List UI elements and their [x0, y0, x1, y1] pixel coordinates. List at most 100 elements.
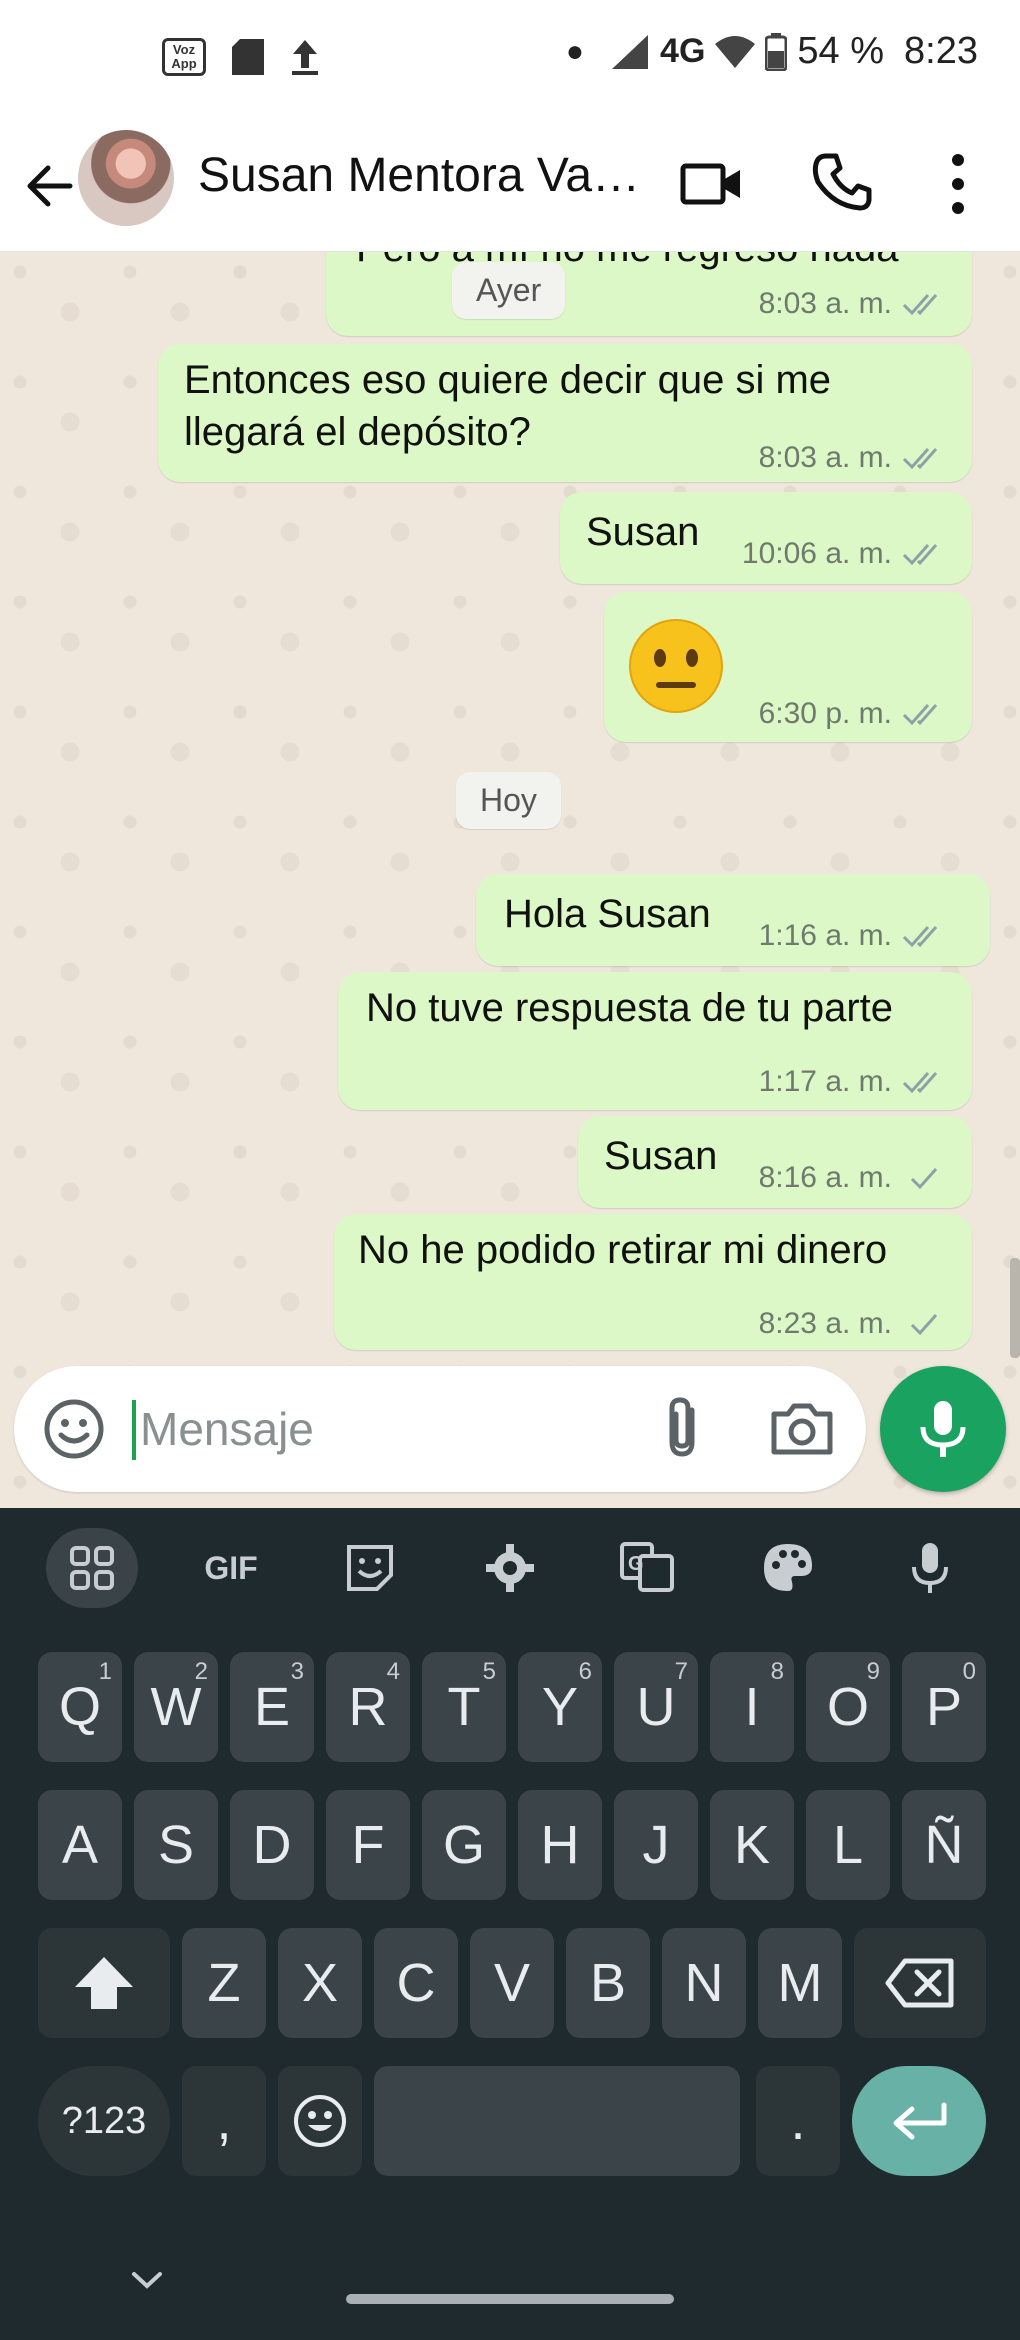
key-n[interactable]: N — [662, 1928, 746, 2038]
key-backspace[interactable] — [854, 1928, 986, 2038]
more-options-icon[interactable] — [946, 152, 970, 216]
message-bubble[interactable]: Pero a mí no me regreso nada 8:03 a. m. — [326, 252, 972, 336]
notification-icons: Voz App — [162, 38, 320, 76]
sticker-icon[interactable] — [340, 1538, 400, 1598]
clock: 8:23 — [904, 30, 978, 72]
read-ticks-icon — [902, 704, 938, 726]
backspace-icon — [885, 1958, 954, 2008]
gif-button[interactable]: GIF — [200, 1538, 262, 1598]
battery-icon — [765, 32, 788, 71]
key-comma[interactable]: , — [182, 2066, 266, 2176]
keyboard-toolbar: GIF G — [0, 1508, 1020, 1628]
message-text: Hola Susan — [504, 892, 711, 936]
key-m[interactable]: M — [758, 1928, 842, 2038]
video-call-icon[interactable] — [680, 152, 744, 216]
read-ticks-icon — [902, 1072, 938, 1094]
key-n-tilde[interactable]: Ñ — [902, 1790, 986, 1900]
key-symbols[interactable]: ?123 — [38, 2066, 170, 2176]
key-a[interactable]: A — [38, 1790, 122, 1900]
hide-keyboard-chevron-icon[interactable] — [130, 2268, 164, 2292]
key-i[interactable]: I8 — [710, 1652, 794, 1762]
key-hint: 0 — [962, 1658, 976, 1685]
key-d[interactable]: D — [230, 1790, 314, 1900]
enter-icon — [893, 2102, 947, 2140]
date-chip-yesterday: Ayer — [452, 262, 566, 319]
key-label: Y — [541, 1677, 579, 1737]
message-bubble[interactable]: Susan 8:16 a. m. — [578, 1116, 972, 1208]
key-s[interactable]: S — [134, 1790, 218, 1900]
message-input[interactable] — [140, 1394, 640, 1464]
network-type: 4G — [660, 32, 706, 70]
key-b[interactable]: B — [566, 1928, 650, 2038]
message-bubble[interactable]: No he podido retirar mi dinero 8:23 a. m… — [334, 1214, 972, 1350]
key-x[interactable]: X — [278, 1928, 362, 2038]
chat-scrollbar[interactable] — [1010, 1258, 1020, 1358]
key-enter[interactable] — [852, 2066, 986, 2176]
contact-name[interactable]: Susan Mentora Va… — [198, 148, 640, 203]
message-meta: 8:23 a. m. — [759, 1298, 948, 1350]
key-label: O — [826, 1677, 869, 1737]
settings-gear-icon[interactable] — [480, 1538, 540, 1598]
voice-message-button[interactable] — [880, 1366, 1006, 1492]
upload-icon — [292, 40, 318, 75]
chat-messages[interactable]: Pero a mí no me regreso nada 8:03 a. m. … — [0, 252, 1020, 1508]
key-h[interactable]: H — [518, 1790, 602, 1900]
message-meta: 1:17 a. m. — [759, 1056, 948, 1108]
emoji-icon[interactable] — [42, 1397, 106, 1461]
key-y[interactable]: Y6 — [518, 1652, 602, 1762]
back-arrow-icon[interactable] — [20, 156, 80, 216]
message-input-box — [14, 1366, 866, 1492]
key-shift[interactable] — [38, 1928, 170, 2038]
key-u[interactable]: U7 — [614, 1652, 698, 1762]
key-c[interactable]: C — [374, 1928, 458, 2038]
key-j[interactable]: J — [614, 1790, 698, 1900]
contact-avatar[interactable] — [78, 130, 174, 226]
key-p[interactable]: P0 — [902, 1652, 986, 1762]
key-w[interactable]: W2 — [134, 1652, 218, 1762]
translate-icon[interactable]: G — [618, 1538, 678, 1598]
message-time: 8:16 a. m. — [758, 1161, 892, 1194]
key-label: Q — [58, 1677, 101, 1737]
key-q[interactable]: Q1 — [38, 1652, 122, 1762]
key-o[interactable]: O9 — [806, 1652, 890, 1762]
key-l[interactable]: L — [806, 1790, 890, 1900]
neutral-face-emoji — [629, 619, 723, 713]
key-e[interactable]: E3 — [230, 1652, 314, 1762]
status-bar: Voz App ● 4G 54 % 8:23 — [0, 0, 1020, 118]
read-ticks-icon — [902, 926, 938, 948]
key-hint: 5 — [482, 1658, 496, 1685]
message-bubble[interactable]: 😐 6:30 p. m. — [604, 592, 972, 742]
emoji-key-icon — [294, 2095, 346, 2147]
sent-tick-icon — [910, 1314, 938, 1336]
message-bubble[interactable]: Susan 10:06 a. m. — [560, 492, 972, 584]
key-period[interactable]: . — [756, 2066, 840, 2176]
theme-palette-icon[interactable] — [758, 1538, 818, 1598]
key-emoji[interactable] — [278, 2066, 362, 2176]
vozapp-notification-icon: Voz App — [162, 38, 206, 76]
message-meta: 8:03 a. m. — [759, 432, 948, 484]
key-k[interactable]: K — [710, 1790, 794, 1900]
on-screen-keyboard: GIF G Q1 W2 E3 R4 T5 Y6 U7 I8 O9 P0 A S … — [0, 1508, 1020, 2340]
key-hint: 8 — [770, 1658, 784, 1685]
attach-icon[interactable] — [654, 1396, 714, 1462]
key-hint: 7 — [674, 1658, 688, 1685]
key-label: T — [447, 1677, 481, 1737]
key-g[interactable]: G — [422, 1790, 506, 1900]
camera-icon[interactable] — [770, 1398, 834, 1458]
key-hint: 9 — [866, 1658, 880, 1685]
key-hint: 2 — [194, 1658, 208, 1685]
message-bubble[interactable]: No tuve respuesta de tu parte 1:17 a. m. — [338, 972, 972, 1110]
voice-call-icon[interactable] — [812, 152, 872, 212]
key-r[interactable]: R4 — [326, 1652, 410, 1762]
dot-icon: ● — [565, 34, 585, 68]
message-bubble[interactable]: Entonces eso quiere decir que si me lleg… — [158, 344, 972, 482]
message-bubble[interactable]: Hola Susan 1:16 a. m. — [476, 874, 990, 966]
key-v[interactable]: V — [470, 1928, 554, 2038]
key-z[interactable]: Z — [182, 1928, 266, 2038]
home-gesture-bar[interactable] — [346, 2294, 674, 2304]
key-space[interactable] — [374, 2066, 740, 2176]
voice-input-icon[interactable] — [900, 1538, 960, 1598]
apps-grid-icon[interactable] — [46, 1528, 138, 1608]
key-f[interactable]: F — [326, 1790, 410, 1900]
key-t[interactable]: T5 — [422, 1652, 506, 1762]
